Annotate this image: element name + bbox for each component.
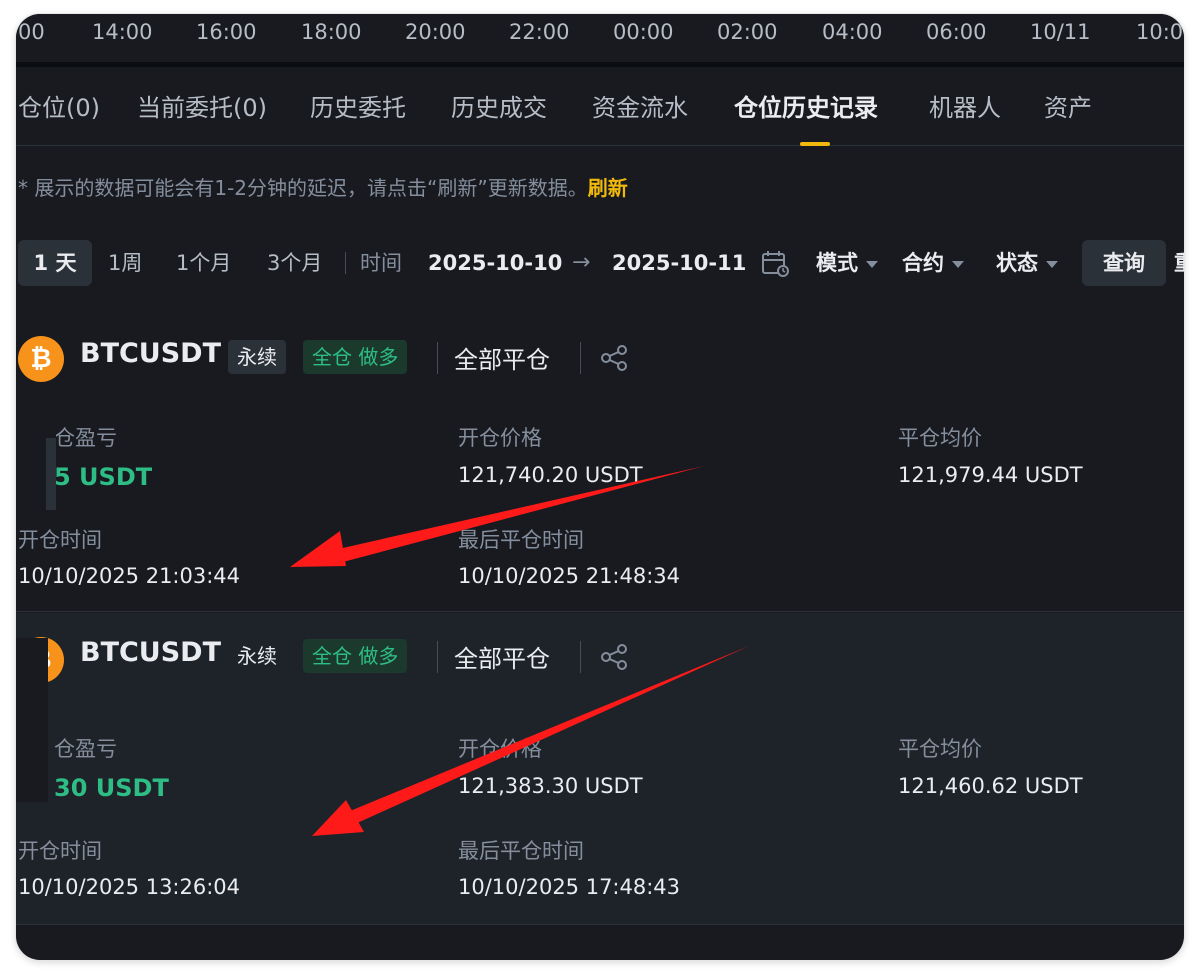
pnl-label: 仓盈亏 bbox=[54, 426, 117, 450]
mode-dropdown[interactable]: 模式 bbox=[816, 240, 878, 286]
position-card: ₿ BTCUSDT 永续 全仓 做多 全部平仓 仓盈亏 5 USDT 开仓价格 … bbox=[16, 314, 1184, 612]
status-label: 状态 bbox=[996, 251, 1038, 275]
open-price-label: 开仓价格 bbox=[458, 737, 542, 761]
time-tick: 16:00 bbox=[196, 20, 257, 44]
open-price-value: 121,383.30 USDT bbox=[458, 774, 643, 798]
start-date-field[interactable]: 2025-10-10 bbox=[428, 240, 562, 286]
cross-long-tag: 全仓 做多 bbox=[303, 340, 408, 374]
last-close-time-label: 最后平仓时间 bbox=[458, 528, 584, 552]
open-time-label: 开仓时间 bbox=[18, 839, 102, 863]
open-time-value: 10/10/2025 21:03:44 bbox=[18, 564, 241, 588]
close-avg-value: 121,460.62 USDT bbox=[898, 774, 1083, 798]
tab-bar: 仓位(0) 当前委托(0) 历史委托 历史成交 资金流水 仓位历史记录 机器人 … bbox=[16, 76, 1184, 146]
close-avg-label: 平仓均价 bbox=[898, 426, 982, 450]
tab-bots[interactable]: 机器人 bbox=[929, 88, 1001, 123]
cross-long-tag: 全仓 做多 bbox=[303, 639, 408, 673]
tab-position-history[interactable]: 仓位历史记录 bbox=[734, 88, 878, 123]
open-time-value: 10/10/2025 13:26:04 bbox=[18, 875, 241, 899]
refresh-link[interactable]: 刷新 bbox=[588, 176, 628, 200]
time-tick: 14:00 bbox=[92, 20, 153, 44]
last-close-time-label: 最后平仓时间 bbox=[458, 839, 584, 863]
open-price-value: 121,740.20 USDT bbox=[458, 463, 643, 487]
open-price-label: 开仓价格 bbox=[458, 426, 542, 450]
time-tick: 00 bbox=[18, 20, 45, 44]
pnl-value: 5 USDT bbox=[54, 463, 153, 491]
delay-notice: * 展示的数据可能会有1-2分钟的延迟，请点击“刷新”更新数据。刷新 bbox=[18, 172, 628, 201]
notice-text: * 展示的数据可能会有1-2分钟的延迟，请点击“刷新”更新数据。 bbox=[18, 176, 588, 200]
divider bbox=[437, 342, 438, 374]
share-icon[interactable] bbox=[598, 641, 630, 673]
tab-open-orders[interactable]: 当前委托(0) bbox=[137, 88, 267, 123]
partial-overlay bbox=[46, 438, 56, 510]
time-tick: 04:00 bbox=[822, 20, 883, 44]
reset-button[interactable]: 重 bbox=[1174, 240, 1184, 286]
pnl-label: 仓盈亏 bbox=[54, 737, 117, 761]
chevron-down-icon bbox=[866, 260, 878, 268]
mode-label: 模式 bbox=[816, 251, 858, 275]
close-all-label: 全部平仓 bbox=[454, 346, 550, 374]
perpetual-tag: 永续 bbox=[228, 340, 286, 374]
time-tick: 18:00 bbox=[301, 20, 362, 44]
divider bbox=[437, 641, 438, 673]
last-close-time-value: 10/10/2025 17:48:43 bbox=[458, 875, 681, 899]
tab-transaction-history[interactable]: 资金流水 bbox=[592, 88, 688, 123]
time-tick: 00:00 bbox=[613, 20, 674, 44]
query-button[interactable]: 查询 bbox=[1082, 240, 1166, 286]
chart-time-axis: 00 14:00 16:00 18:00 20:00 22:00 00:00 0… bbox=[16, 14, 1184, 64]
time-tick: 10/11 bbox=[1030, 20, 1091, 44]
time-tick: 02:00 bbox=[717, 20, 778, 44]
bitcoin-icon: ₿ bbox=[18, 336, 64, 382]
range-3m-button[interactable]: 3个月 bbox=[267, 240, 322, 286]
time-tick: 10:0 bbox=[1136, 20, 1184, 44]
tab-positions[interactable]: 仓位(0) bbox=[18, 88, 100, 123]
divider bbox=[345, 252, 346, 274]
time-label: 时间 bbox=[360, 251, 402, 275]
time-tick: 22:00 bbox=[509, 20, 570, 44]
tab-order-history[interactable]: 历史委托 bbox=[310, 88, 406, 123]
symbol-label[interactable]: BTCUSDT bbox=[80, 338, 221, 369]
range-1w-button[interactable]: 1周 bbox=[108, 240, 142, 286]
close-avg-value: 121,979.44 USDT bbox=[898, 463, 1083, 487]
end-date-field[interactable]: 2025-10-11 bbox=[612, 240, 746, 286]
partial-overlay bbox=[16, 723, 48, 801]
app-frame: 00 14:00 16:00 18:00 20:00 22:00 00:00 0… bbox=[16, 14, 1184, 960]
pnl-value: 30 USDT bbox=[54, 774, 169, 802]
contract-dropdown[interactable]: 合约 bbox=[902, 240, 964, 286]
open-time-label: 开仓时间 bbox=[18, 528, 102, 552]
status-dropdown[interactable]: 状态 bbox=[996, 240, 1058, 286]
contract-label: 合约 bbox=[902, 251, 944, 275]
calendar-icon[interactable] bbox=[761, 250, 791, 278]
last-close-time-value: 10/10/2025 21:48:34 bbox=[458, 564, 681, 588]
close-avg-label: 平仓均价 bbox=[898, 737, 982, 761]
filter-bar: 1 天 1周 1个月 3个月 时间 2025-10-10 → 2025-10-1… bbox=[16, 240, 1184, 288]
divider bbox=[16, 62, 1184, 67]
divider bbox=[580, 342, 581, 374]
date-range-arrow: → bbox=[572, 250, 591, 275]
chevron-down-icon bbox=[952, 260, 964, 268]
share-icon[interactable] bbox=[598, 342, 630, 374]
chevron-down-icon bbox=[1046, 260, 1058, 268]
time-tick: 20:00 bbox=[405, 20, 466, 44]
position-card: ₿ BTCUSDT 永续 全仓 做多 全部平仓 仓盈亏 30 USDT 开仓价格… bbox=[16, 613, 1184, 925]
perpetual-tag: 永续 bbox=[237, 644, 277, 668]
active-tab-indicator bbox=[800, 142, 830, 146]
tab-assets[interactable]: 资产 bbox=[1044, 88, 1092, 123]
range-1d-button[interactable]: 1 天 bbox=[18, 240, 92, 286]
divider bbox=[580, 641, 581, 673]
tab-trade-history[interactable]: 历史成交 bbox=[451, 88, 547, 123]
range-1m-button[interactable]: 1个月 bbox=[176, 240, 231, 286]
symbol-label[interactable]: BTCUSDT bbox=[80, 637, 221, 668]
close-all-label: 全部平仓 bbox=[454, 645, 550, 673]
time-tick: 06:00 bbox=[926, 20, 987, 44]
